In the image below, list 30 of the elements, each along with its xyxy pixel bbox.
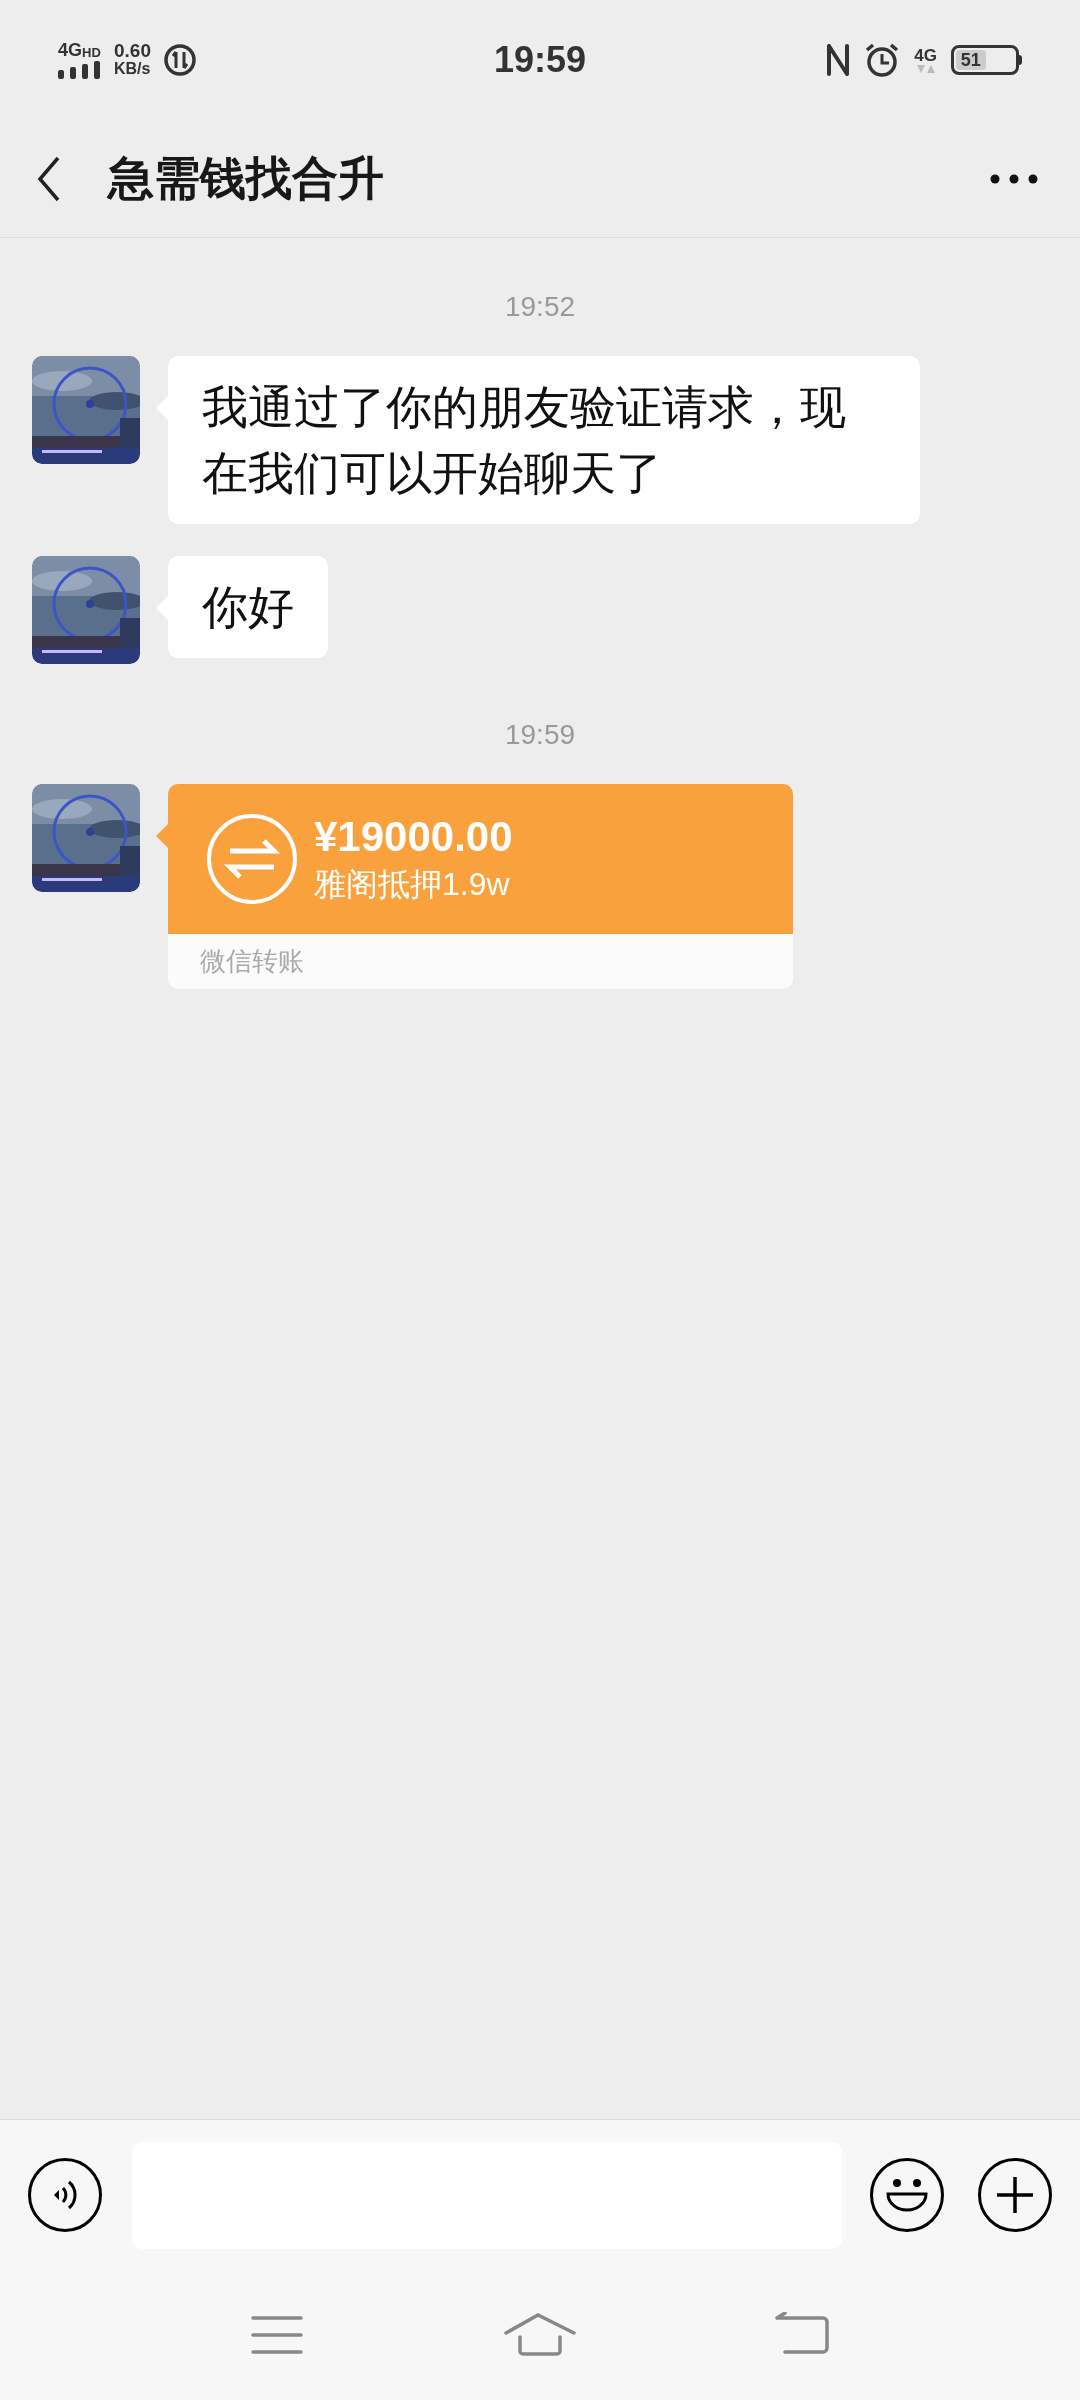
data-arrows-icon bbox=[915, 63, 936, 74]
chat-title: 急需钱找合升 bbox=[108, 151, 385, 206]
speed-value: 0.60 bbox=[114, 42, 151, 60]
voice-button[interactable] bbox=[28, 2158, 102, 2232]
menu-icon bbox=[250, 2315, 303, 2355]
plus-icon bbox=[995, 2175, 1036, 2215]
plus-button[interactable] bbox=[978, 2158, 1052, 2232]
more-icon bbox=[990, 173, 1038, 184]
emoji-button[interactable] bbox=[870, 2158, 945, 2232]
home-icon bbox=[504, 2313, 576, 2357]
message-bubble: 我通过了你的朋友验证请求，现在我们可以开始聊天了 bbox=[168, 356, 920, 524]
signal-icon bbox=[58, 61, 102, 79]
message-time: 19:59 bbox=[504, 718, 576, 752]
transfer-icon bbox=[206, 813, 298, 905]
transfer-amount: ¥19000.00 bbox=[314, 812, 513, 862]
battery-level: 51 bbox=[960, 51, 981, 69]
nfc-icon bbox=[826, 43, 851, 77]
back-icon bbox=[36, 154, 62, 203]
network-label: 4G bbox=[914, 46, 937, 64]
speed-unit: KB/s bbox=[114, 60, 151, 78]
alarm-icon bbox=[864, 42, 901, 78]
message-bubble: 你好 bbox=[168, 556, 328, 658]
transfer-note: 雅阁抵押1.9w bbox=[314, 865, 511, 904]
status-time: 19:59 bbox=[493, 38, 587, 82]
hd-label: HD bbox=[82, 46, 101, 59]
smiley-icon bbox=[884, 2177, 931, 2213]
transfer-label: 微信转账 bbox=[200, 945, 304, 978]
network-label: 4G bbox=[58, 41, 82, 59]
data-saver-icon bbox=[163, 43, 197, 77]
message-time: 19:52 bbox=[504, 290, 576, 324]
